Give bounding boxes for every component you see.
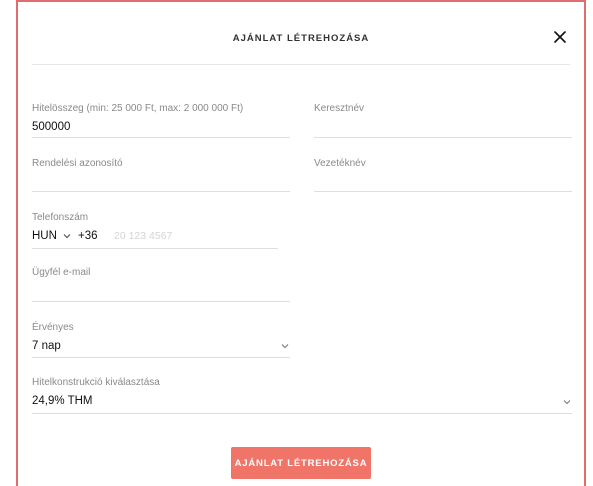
create-offer-dialog: AJÁNLAT LÉTREHOZÁSA Hitelösszeg (min: 25… (16, 0, 586, 486)
first-name-label: Keresztnév (314, 103, 365, 114)
loan-amount-field[interactable]: Hitelösszeg (min: 25 000 Ft, max: 2 000 … (32, 103, 290, 138)
email-label: Ügyfél e-mail (32, 267, 91, 278)
dialog-title: AJÁNLAT LÉTREHOZÁSA (232, 33, 370, 44)
last-name-input[interactable] (314, 176, 572, 190)
loan-product-label: Hitelkonstrukció kiválasztása (32, 377, 160, 388)
phone-underline (32, 248, 278, 249)
last-name-label: Vezetéknév (314, 158, 366, 169)
validity-value: 7 nap (32, 340, 61, 352)
loan-product-value: 24,9% THM (32, 395, 93, 407)
validity-select[interactable]: Érvényes 7 nap (32, 322, 290, 358)
last-name-field[interactable]: Vezetéknév (314, 158, 572, 192)
first-name-field[interactable]: Keresztnév (314, 103, 572, 138)
order-id-underline (32, 191, 290, 192)
order-id-input[interactable] (32, 176, 290, 190)
order-id-field[interactable]: Rendelési azonosító (32, 158, 290, 192)
loan-product-select[interactable]: Hitelkonstrukció kiválasztása 24,9% THM (32, 377, 572, 414)
order-id-label: Rendelési azonosító (32, 158, 123, 169)
phone-label: Telefonszám (32, 212, 89, 223)
loan-amount-label: Hitelösszeg (min: 25 000 Ft, max: 2 000 … (32, 103, 244, 114)
last-name-underline (314, 191, 572, 192)
validity-label: Érvényes (32, 322, 74, 333)
header-divider (32, 64, 570, 65)
email-field[interactable]: Ügyfél e-mail (32, 267, 290, 302)
close-icon[interactable] (550, 27, 570, 47)
loan-product-underline (32, 413, 572, 414)
first-name-underline (314, 137, 572, 138)
chevron-down-icon (63, 230, 71, 242)
chevron-down-icon (562, 397, 572, 407)
email-underline (32, 301, 290, 302)
country-code-select[interactable]: HUN (32, 230, 76, 242)
phone-prefix: +36 (78, 230, 98, 242)
email-input[interactable] (32, 285, 290, 299)
loan-amount-underline (32, 137, 290, 138)
first-name-input[interactable] (314, 121, 572, 135)
phone-field: Telefonszám HUN +36 20 123 4567 (32, 212, 278, 249)
chevron-down-icon (280, 341, 290, 351)
country-code-value: HUN (32, 230, 57, 242)
loan-amount-input[interactable]: 500000 (32, 121, 290, 135)
validity-underline (32, 357, 290, 358)
phone-number-input[interactable]: 20 123 4567 (114, 230, 172, 242)
create-offer-button[interactable]: AJÁNLAT LÉTREHOZÁSA (231, 447, 371, 479)
